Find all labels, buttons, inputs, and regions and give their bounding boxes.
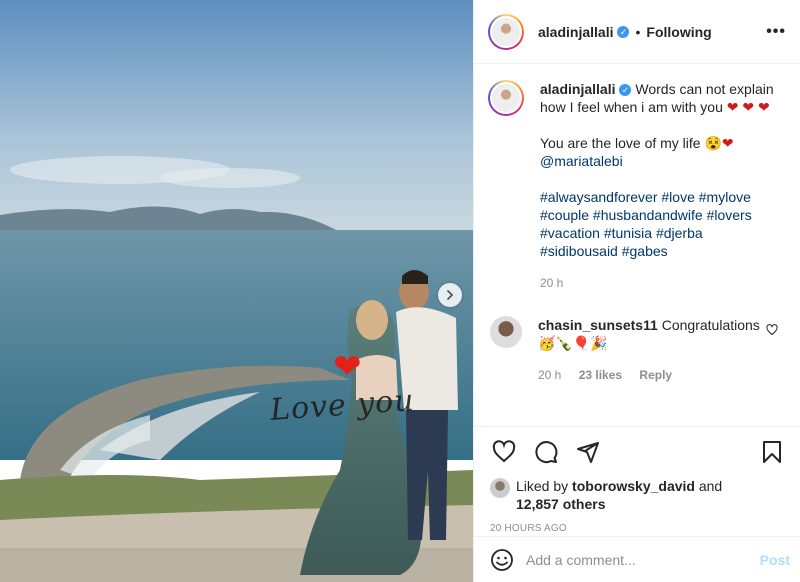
author-username[interactable]: aladinjallali	[538, 24, 613, 40]
hashtag-line[interactable]: #alwaysandforever #love #mylove	[540, 188, 780, 206]
comment-likes[interactable]: 23 likes	[579, 368, 622, 382]
post-header: aladinjallali ✓ • Following •••	[474, 0, 800, 64]
comment-row: chasin_sunsets11 Congratulations 🥳🍾🎈🎉 20…	[488, 316, 786, 384]
comments-section: aladinjallali ✓ Words can not explain how…	[474, 64, 800, 426]
heart-icon	[492, 440, 516, 463]
reply-button[interactable]: Reply	[639, 368, 672, 382]
liked-by-prefix: Liked by	[516, 478, 569, 494]
comment-meta: 20 h 23 likes Reply	[538, 366, 778, 384]
post-side-panel: aladinjallali ✓ • Following ••• aladinja…	[473, 0, 800, 582]
author-avatar[interactable]	[488, 13, 524, 50]
caption-author-username[interactable]: aladinjallali	[540, 81, 615, 97]
liker-avatar[interactable]	[490, 478, 510, 498]
caption-line2: You are the love of my life	[540, 135, 701, 151]
post-photo[interactable]: ❤ Love you	[0, 0, 473, 582]
comment-icon	[535, 441, 558, 464]
caption-hearts: ❤ ❤ ❤	[726, 99, 770, 115]
heart-sticker: ❤	[333, 348, 362, 386]
caption-emoji: 😵❤	[704, 135, 734, 151]
caption-row: aladinjallali ✓ Words can not explain how…	[488, 80, 786, 292]
action-icons	[490, 437, 786, 467]
caption-body: aladinjallali ✓ Words can not explain how…	[540, 80, 780, 292]
comment-input[interactable]	[526, 551, 760, 568]
commenter-avatar[interactable]	[490, 316, 522, 348]
caption-author-avatar[interactable]	[488, 80, 524, 116]
comment-button[interactable]	[532, 438, 560, 466]
hashtag-line[interactable]: #couple #husbandandwife #lovers	[540, 206, 780, 224]
liker-username[interactable]: toborowsky_david	[572, 478, 695, 494]
chevron-right-icon	[447, 290, 454, 300]
post-comment-button[interactable]: Post	[760, 552, 790, 568]
liked-by-and: and	[698, 478, 723, 494]
comment-time: 20 h	[538, 368, 562, 382]
caption-mention-link[interactable]: @mariatalebi	[540, 152, 780, 170]
post-timestamp[interactable]: 20 HOURS AGO	[490, 523, 786, 534]
comment-body: chasin_sunsets11 Congratulations 🥳🍾🎈🎉 20…	[538, 316, 778, 384]
like-button[interactable]	[490, 438, 518, 466]
hashtag-line[interactable]: #vacation #tunisia #djerba	[540, 224, 780, 242]
heart-outline-icon[interactable]	[766, 324, 778, 336]
more-options-icon[interactable]: •••	[766, 23, 786, 41]
liked-by: Liked by toborowsky_david and 12,857 oth…	[490, 477, 786, 513]
post-actions: Liked by toborowsky_david and 12,857 oth…	[474, 426, 800, 534]
photo-scene	[0, 0, 473, 582]
likes-others-count[interactable]: 12,857 others	[516, 496, 606, 512]
commenter-username[interactable]: chasin_sunsets11	[538, 317, 658, 333]
save-button[interactable]	[758, 438, 786, 466]
share-icon	[577, 442, 599, 463]
liked-by-text: Liked by toborowsky_david and 12,857 oth…	[516, 477, 722, 513]
following-button[interactable]: Following	[646, 24, 711, 40]
emoji-icon[interactable]	[490, 548, 514, 572]
bookmark-icon	[763, 441, 781, 463]
verified-badge-icon: ✓	[619, 84, 632, 96]
caption-time: 20 h	[540, 276, 564, 290]
share-button[interactable]	[574, 438, 602, 466]
next-photo-button[interactable]	[438, 283, 462, 307]
comment-emojis: 🥳🍾🎈🎉	[538, 335, 608, 351]
hashtag-line[interactable]: #sidibousaid #gabes	[540, 242, 780, 260]
verified-badge-icon: ✓	[617, 25, 630, 38]
add-comment-bar: Post	[474, 536, 800, 582]
comment-text: Congratulations	[661, 317, 760, 333]
separator-dot: •	[635, 23, 641, 40]
